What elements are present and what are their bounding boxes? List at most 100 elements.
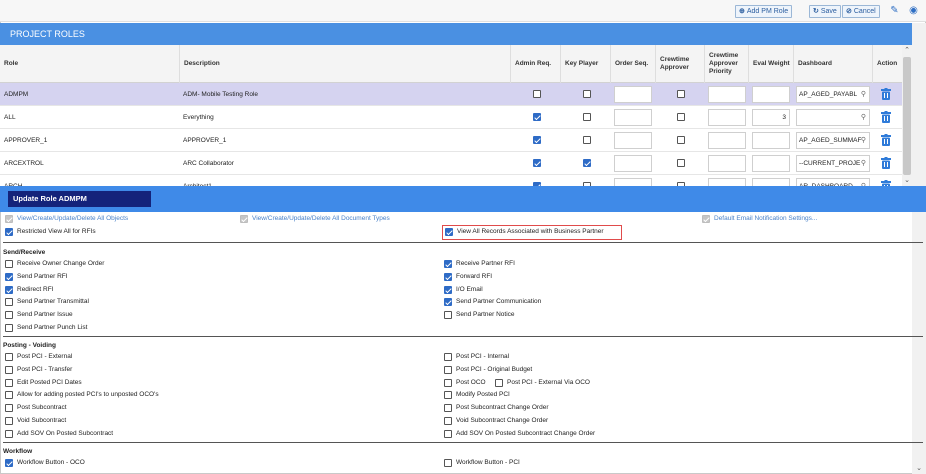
dashboard-input[interactable]: ⚲: [796, 109, 870, 126]
permission-checkbox[interactable]: [444, 429, 452, 438]
priority-input[interactable]: [708, 155, 746, 172]
edit-icon[interactable]: ✎: [888, 4, 901, 17]
crewtime-approver-checkbox[interactable]: [677, 136, 685, 144]
priority-input[interactable]: [708, 109, 746, 126]
permission-checkbox[interactable]: [5, 404, 13, 413]
priority-input[interactable]: [708, 132, 746, 149]
permission-checkbox[interactable]: [444, 365, 452, 374]
trash-icon[interactable]: [881, 88, 891, 100]
col-crewtime-approver[interactable]: Crewtime Approver: [655, 45, 704, 83]
user-icon[interactable]: ◉: [907, 4, 920, 17]
admin-req-checkbox[interactable]: [533, 113, 541, 121]
scroll-up-arrow-icon[interactable]: ⌃: [902, 46, 912, 56]
permission-checkbox[interactable]: [5, 353, 13, 361]
table-row[interactable]: ARCH Architect1 AR_DASHBOARD⚲: [0, 175, 902, 186]
view-all-bp-checkbox[interactable]: [445, 228, 453, 236]
permission-checkbox[interactable]: [5, 324, 13, 332]
eval-weight-input[interactable]: 3: [752, 109, 790, 126]
eval-weight-input[interactable]: [752, 132, 790, 149]
order-seq-input[interactable]: [614, 86, 652, 103]
dashboard-input[interactable]: AP_AGED_PAYABL ⚲: [796, 86, 870, 103]
permission-checkbox[interactable]: [444, 378, 452, 387]
dashboard-input[interactable]: AR_DASHBOARD⚲: [796, 178, 870, 186]
permission-checkbox[interactable]: [444, 353, 452, 361]
dashboard-input[interactable]: --CURRENT_PROJE ⚲: [796, 155, 870, 172]
order-seq-input[interactable]: [614, 132, 652, 149]
page-scrollbar[interactable]: ⌄: [912, 23, 926, 474]
admin-req-checkbox[interactable]: [533, 136, 541, 144]
permission-checkbox[interactable]: [5, 285, 13, 294]
permission-checkbox[interactable]: [444, 298, 452, 307]
crewtime-approver-checkbox[interactable]: [677, 159, 685, 167]
post-pci-external-via-oco-checkbox[interactable]: [495, 378, 503, 387]
key-player-checkbox[interactable]: [583, 159, 591, 167]
save-button[interactable]: ↻ Save: [809, 5, 841, 18]
col-dashboard[interactable]: Dashboard: [793, 45, 872, 83]
grid-scroll-thumb[interactable]: [903, 57, 911, 175]
order-seq-input[interactable]: [614, 155, 652, 172]
order-seq-input[interactable]: [614, 109, 652, 126]
col-description[interactable]: Description: [179, 45, 510, 83]
col-admin-req[interactable]: Admin Req.: [510, 45, 560, 83]
col-role[interactable]: Role: [0, 45, 179, 83]
permission-checkbox[interactable]: [5, 311, 13, 320]
eval-weight-input[interactable]: [752, 178, 790, 186]
permission-checkbox[interactable]: [444, 417, 452, 425]
table-row[interactable]: ADMPM ADM- Mobile Testing Role AP_AGED_PAY…: [0, 83, 902, 106]
table-row[interactable]: ALL Everything 3 ⚲: [0, 106, 902, 129]
col-action[interactable]: Action: [872, 45, 902, 83]
permission-checkbox[interactable]: [444, 260, 452, 268]
order-seq-input[interactable]: [614, 178, 652, 186]
permission-checkbox[interactable]: [444, 391, 452, 400]
restricted-rfi-checkbox[interactable]: [5, 228, 13, 236]
permission-checkbox[interactable]: [5, 272, 13, 281]
search-icon[interactable]: ⚲: [861, 156, 866, 171]
permission-checkbox[interactable]: [444, 404, 452, 413]
permission-checkbox[interactable]: [5, 429, 13, 438]
search-icon[interactable]: ⚲: [861, 87, 866, 102]
view-all-objects-label[interactable]: View/Create/Update/Delete All Objects: [17, 214, 128, 224]
view-all-doc-types-label[interactable]: View/Create/Update/Delete All Document T…: [252, 214, 390, 224]
search-icon[interactable]: ⚲: [861, 110, 866, 125]
default-email-link[interactable]: Default Email Notification Settings...: [714, 214, 817, 224]
col-eval-weight[interactable]: Eval Weight: [748, 45, 793, 83]
trash-icon[interactable]: [881, 157, 891, 169]
permission-checkbox[interactable]: [5, 298, 13, 307]
priority-input[interactable]: [708, 178, 746, 186]
table-row[interactable]: APPROVER_1 APPROVER_1 AP_AGED_SUMMAF ⚲: [0, 129, 902, 152]
permission-checkbox[interactable]: [444, 272, 452, 281]
permission-checkbox[interactable]: [444, 459, 452, 467]
permission-checkbox[interactable]: [5, 459, 13, 467]
permission-checkbox[interactable]: [5, 417, 13, 425]
scroll-down-arrow-icon[interactable]: ⌄: [902, 176, 912, 186]
crewtime-approver-checkbox[interactable]: [677, 90, 685, 98]
key-player-checkbox[interactable]: [583, 90, 591, 98]
trash-icon[interactable]: [881, 134, 891, 146]
admin-req-checkbox[interactable]: [533, 90, 541, 98]
trash-icon[interactable]: [881, 111, 891, 123]
crewtime-approver-checkbox[interactable]: [677, 113, 685, 121]
permission-checkbox[interactable]: [5, 378, 13, 387]
search-icon[interactable]: ⚲: [861, 133, 866, 148]
permission-checkbox[interactable]: [5, 391, 13, 400]
key-player-checkbox[interactable]: [583, 113, 591, 121]
permission-checkbox[interactable]: [5, 260, 13, 268]
permission-checkbox[interactable]: [444, 311, 452, 320]
key-player-checkbox[interactable]: [583, 136, 591, 144]
eval-weight-input[interactable]: [752, 155, 790, 172]
search-icon[interactable]: ⚲: [861, 179, 866, 186]
add-pm-role-button[interactable]: ⊕ Add PM Role: [735, 5, 793, 18]
cancel-button[interactable]: ⊘ Cancel: [842, 5, 880, 18]
table-row[interactable]: ARCEXTROL ARC Collaborator --CURRENT_PROJE…: [0, 152, 902, 175]
priority-input[interactable]: [708, 86, 746, 103]
grid-scrollbar[interactable]: ⌃ ⌄: [902, 45, 912, 186]
page-scroll-down-icon[interactable]: ⌄: [914, 464, 924, 474]
dashboard-input[interactable]: AP_AGED_SUMMAF ⚲: [796, 132, 870, 149]
col-key-player[interactable]: Key Player: [560, 45, 610, 83]
col-order-seq[interactable]: Order Seq.: [610, 45, 655, 83]
permission-checkbox[interactable]: [444, 285, 452, 294]
admin-req-checkbox[interactable]: [533, 159, 541, 167]
col-crewtime-priority[interactable]: Crewtime Approver Priority: [704, 45, 748, 83]
permission-checkbox[interactable]: [5, 365, 13, 374]
eval-weight-input[interactable]: [752, 86, 790, 103]
